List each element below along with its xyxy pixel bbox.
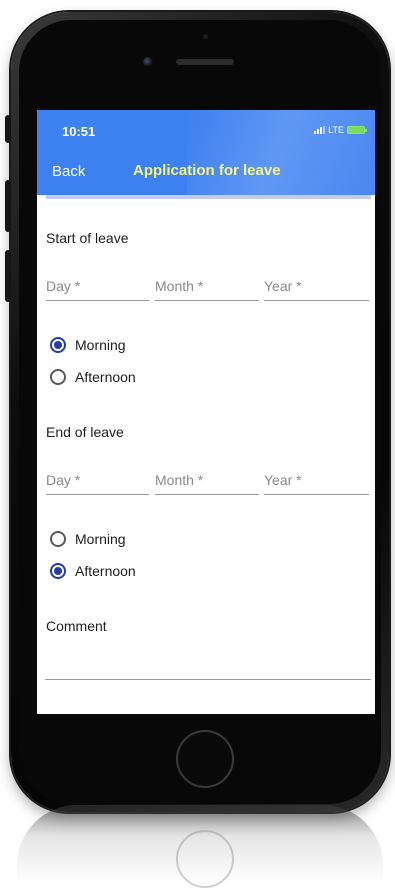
back-button[interactable]: Back xyxy=(52,163,85,180)
start-month-input[interactable]: Month * xyxy=(155,276,259,301)
start-afternoon-label: Afternoon xyxy=(75,369,136,385)
speaker-icon xyxy=(176,59,234,65)
start-month-placeholder: Month * xyxy=(155,278,204,294)
start-afternoon-radio[interactable]: Afternoon xyxy=(50,369,136,385)
start-day-placeholder: Day * xyxy=(46,278,81,294)
proximity-sensor xyxy=(203,34,208,39)
start-year-placeholder: Year * xyxy=(264,278,302,294)
start-of-leave-label: Start of leave xyxy=(46,230,129,246)
app-screen: 10:51 LTE Back Application for leave Sta… xyxy=(37,110,375,714)
end-year-input[interactable]: Year * xyxy=(264,470,369,495)
status-indicators: LTE xyxy=(314,125,367,135)
page-title: Application for leave xyxy=(133,162,281,179)
comment-label: Comment xyxy=(46,618,107,634)
end-of-leave-label: End of leave xyxy=(46,424,124,440)
home-button xyxy=(176,730,234,788)
status-time: 10:51 xyxy=(62,124,96,139)
end-month-input[interactable]: Month * xyxy=(155,470,259,495)
camera-icon xyxy=(143,57,153,67)
radio-unselected-icon xyxy=(50,531,66,547)
radio-unselected-icon xyxy=(50,369,66,385)
start-morning-label: Morning xyxy=(75,337,126,353)
radio-selected-icon xyxy=(50,337,66,353)
end-day-input[interactable]: Day * xyxy=(46,470,149,495)
battery-icon xyxy=(347,126,367,134)
status-bar: 10:51 LTE xyxy=(37,110,375,155)
volume-up-button xyxy=(5,180,11,232)
end-day-placeholder: Day * xyxy=(46,472,81,488)
end-morning-label: Morning xyxy=(75,531,126,547)
header-divider-strip xyxy=(46,195,371,199)
navigation-bar: Back Application for leave xyxy=(37,155,375,195)
end-morning-radio[interactable]: Morning xyxy=(50,531,126,547)
signal-icon xyxy=(314,126,326,134)
network-label: LTE xyxy=(328,125,344,135)
end-year-placeholder: Year * xyxy=(264,472,302,488)
end-afternoon-label: Afternoon xyxy=(75,563,136,579)
radio-selected-icon xyxy=(50,563,66,579)
home-button-reflection xyxy=(176,830,234,888)
volume-down-button xyxy=(5,250,11,302)
start-morning-radio[interactable]: Morning xyxy=(50,337,126,353)
end-afternoon-radio[interactable]: Afternoon xyxy=(50,563,136,579)
end-month-placeholder: Month * xyxy=(155,472,204,488)
start-day-input[interactable]: Day * xyxy=(46,276,149,301)
start-year-input[interactable]: Year * xyxy=(264,276,369,301)
mute-switch xyxy=(5,115,11,143)
comment-input[interactable] xyxy=(45,679,371,680)
